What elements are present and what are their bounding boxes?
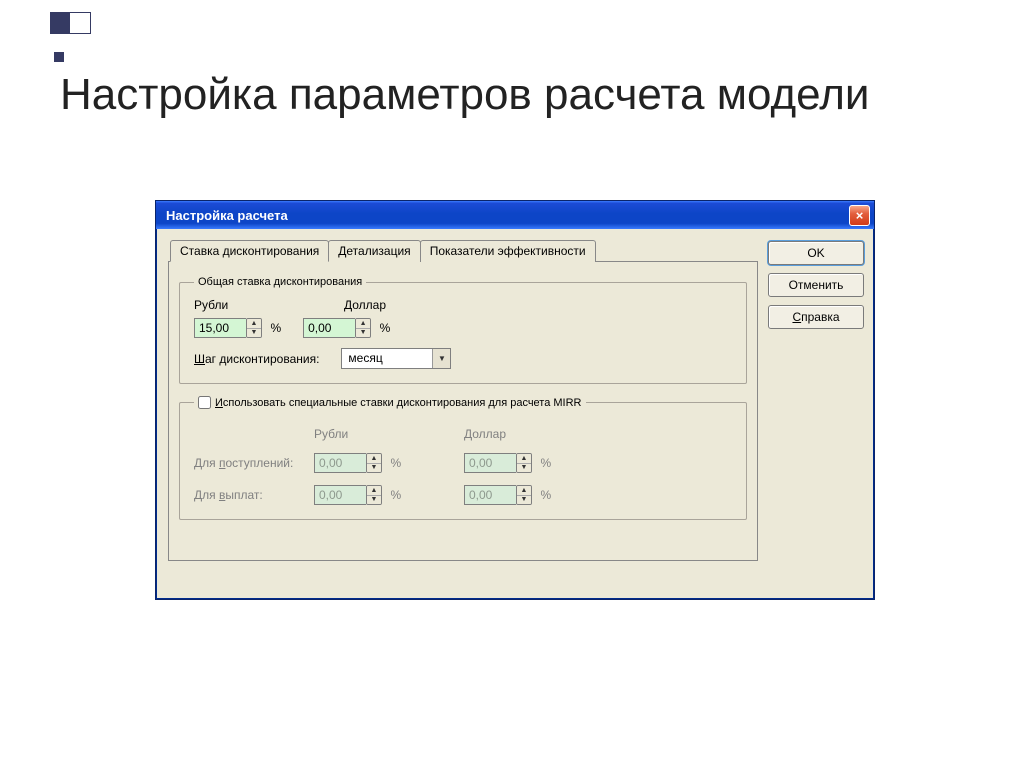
label-receipts: Для поступлений: <box>194 456 314 470</box>
mirr-checkbox[interactable] <box>198 396 211 409</box>
down-icon: ▼ <box>517 464 531 473</box>
percent-label: % <box>380 321 391 335</box>
up-icon[interactable]: ▲ <box>356 319 370 329</box>
tab-efficiency[interactable]: Показатели эффективности <box>420 240 596 262</box>
payments-usd-input <box>464 485 516 505</box>
close-icon: × <box>856 209 864 222</box>
label-rub: Рубли <box>194 298 344 312</box>
label-rub-mirr: Рубли <box>314 427 464 441</box>
usd-rate-input[interactable] <box>303 318 355 338</box>
tab-discount-rate[interactable]: Ставка дисконтирования <box>170 240 329 262</box>
group-mirr: Использовать специальные ставки дисконти… <box>179 396 747 520</box>
receipts-rub-spin: ▲ ▼ <box>314 453 382 473</box>
up-icon: ▲ <box>367 454 381 464</box>
tab-detail[interactable]: Детализация <box>328 240 420 262</box>
dialog-window: Настройка расчета × Ставка дисконтирован… <box>155 200 875 600</box>
percent-label: % <box>540 488 551 502</box>
titlebar: Настройка расчета × <box>156 201 874 229</box>
down-icon: ▼ <box>367 496 381 505</box>
up-icon: ▲ <box>367 486 381 496</box>
tab-strip: Ставка дисконтирования Детализация Показ… <box>170 239 758 261</box>
up-icon[interactable]: ▲ <box>247 319 261 329</box>
receipts-usd-spin: ▲ ▼ <box>464 453 532 473</box>
chevron-down-icon[interactable]: ▼ <box>432 349 450 368</box>
percent-label: % <box>390 488 401 502</box>
mirr-legend: Использовать специальные ставки дисконти… <box>215 397 582 409</box>
tab-panel: Общая ставка дисконтирования Рубли Долла… <box>168 261 758 561</box>
percent-label: % <box>390 456 401 470</box>
close-button[interactable]: × <box>849 205 870 226</box>
label-usd: Доллар <box>344 298 494 312</box>
cancel-button[interactable]: Отменить <box>768 273 864 297</box>
down-icon: ▼ <box>367 464 381 473</box>
step-value: месяц <box>342 349 432 368</box>
rub-rate-spin[interactable]: ▲ ▼ <box>194 318 262 338</box>
down-icon[interactable]: ▼ <box>247 329 261 338</box>
usd-rate-spin[interactable]: ▲ ▼ <box>303 318 371 338</box>
up-icon: ▲ <box>517 454 531 464</box>
slide-title: Настройка параметров расчета модели <box>60 70 974 121</box>
help-button[interactable]: Справка <box>768 305 864 329</box>
step-dropdown[interactable]: месяц ▼ <box>341 348 451 369</box>
payments-usd-spin: ▲ ▼ <box>464 485 532 505</box>
slide-bullet-decor <box>50 12 91 62</box>
payments-rub-spin: ▲ ▼ <box>314 485 382 505</box>
percent-label: % <box>270 321 281 335</box>
receipts-usd-input <box>464 453 516 473</box>
label-usd-mirr: Доллар <box>464 427 614 441</box>
dialog-buttons: OK Отменить Справка <box>768 239 864 329</box>
group-general-legend: Общая ставка дисконтирования <box>194 276 366 288</box>
receipts-rub-input <box>314 453 366 473</box>
payments-rub-input <box>314 485 366 505</box>
down-icon: ▼ <box>517 496 531 505</box>
window-title: Настройка расчета <box>166 208 849 223</box>
down-icon[interactable]: ▼ <box>356 329 370 338</box>
label-payments: Для выплат: <box>194 488 314 502</box>
percent-label: % <box>540 456 551 470</box>
rub-rate-input[interactable] <box>194 318 246 338</box>
ok-button[interactable]: OK <box>768 241 864 265</box>
up-icon: ▲ <box>517 486 531 496</box>
label-step: Шаг дисконтирования: <box>194 352 319 366</box>
group-general-rate: Общая ставка дисконтирования Рубли Долла… <box>179 276 747 384</box>
